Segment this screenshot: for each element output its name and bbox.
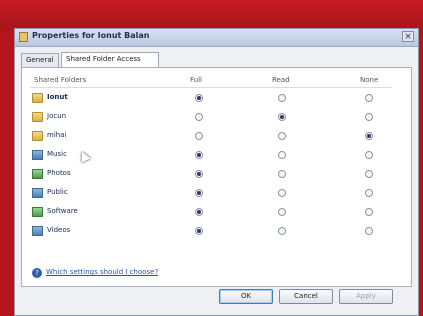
tab-general[interactable]: General xyxy=(21,53,59,67)
table-row[interactable]: Photos xyxy=(30,166,392,185)
radio-read[interactable] xyxy=(278,151,286,159)
radio-full[interactable] xyxy=(195,113,203,121)
shared-folders-panel: Shared Folders Full Read None Ionut Jocun… xyxy=(21,67,412,287)
music-library-icon xyxy=(32,150,43,160)
table-row[interactable]: mihai xyxy=(30,128,392,147)
table-row[interactable]: Software xyxy=(30,204,392,223)
help-icon: ? xyxy=(32,268,42,278)
column-header-none[interactable]: None xyxy=(360,76,378,84)
folder-icon xyxy=(32,112,43,122)
folder-name: Ionut xyxy=(47,93,68,101)
table-row[interactable]: Ionut xyxy=(30,90,392,109)
radio-full[interactable] xyxy=(195,151,203,159)
radio-read[interactable] xyxy=(278,227,286,235)
user-icon xyxy=(19,32,28,42)
folder-name: Software xyxy=(47,207,78,215)
radio-none[interactable] xyxy=(365,94,373,102)
folder-name: mihai xyxy=(47,131,67,139)
radio-none[interactable] xyxy=(365,170,373,178)
folder-name: Videos xyxy=(47,226,71,234)
folder-name: Photos xyxy=(47,169,71,177)
folder-name: Music xyxy=(47,150,67,158)
table-row[interactable]: Public xyxy=(30,185,392,204)
radio-read[interactable] xyxy=(278,208,286,216)
table-row[interactable]: Videos xyxy=(30,223,392,242)
table-row[interactable]: Jocun xyxy=(30,109,392,128)
shared-folders-list: Ionut Jocun mihai Music Photos Public Software… xyxy=(30,90,392,242)
public-folder-icon xyxy=(32,188,43,198)
help-link[interactable]: Which settings should I choose? xyxy=(46,268,158,276)
radio-none[interactable] xyxy=(365,113,373,121)
radio-read[interactable] xyxy=(278,189,286,197)
radio-read[interactable] xyxy=(278,132,286,140)
folder-name: Jocun xyxy=(47,112,67,120)
radio-full[interactable] xyxy=(195,94,203,102)
folder-icon xyxy=(32,93,43,103)
software-folder-icon xyxy=(32,207,43,217)
column-header-full[interactable]: Full xyxy=(190,76,202,84)
properties-dialog: Properties for Ionut Balan × General Sha… xyxy=(14,28,419,316)
folder-icon xyxy=(32,131,43,141)
radio-full[interactable] xyxy=(195,132,203,140)
cancel-button[interactable]: Cancel xyxy=(279,289,333,304)
radio-read[interactable] xyxy=(278,94,286,102)
radio-none[interactable] xyxy=(365,132,373,140)
window-title: Properties for Ionut Balan xyxy=(32,31,150,40)
desktop-background xyxy=(0,0,423,30)
close-button[interactable]: × xyxy=(402,31,414,42)
tab-shared-folder-access[interactable]: Shared Folder Access xyxy=(61,52,159,67)
list-header: Shared Folders Full Read None xyxy=(30,74,392,88)
ok-button[interactable]: OK xyxy=(219,289,273,304)
radio-full[interactable] xyxy=(195,227,203,235)
radio-read[interactable] xyxy=(278,113,286,121)
videos-library-icon xyxy=(32,226,43,236)
radio-none[interactable] xyxy=(365,208,373,216)
radio-read[interactable] xyxy=(278,170,286,178)
radio-full[interactable] xyxy=(195,189,203,197)
column-header-read[interactable]: Read xyxy=(272,76,290,84)
folder-name: Public xyxy=(47,188,68,196)
radio-none[interactable] xyxy=(365,189,373,197)
apply-button[interactable]: Apply xyxy=(339,289,393,304)
photos-library-icon xyxy=(32,169,43,179)
radio-none[interactable] xyxy=(365,227,373,235)
title-bar[interactable]: Properties for Ionut Balan × xyxy=(15,29,418,47)
radio-full[interactable] xyxy=(195,170,203,178)
radio-full[interactable] xyxy=(195,208,203,216)
radio-none[interactable] xyxy=(365,151,373,159)
column-header-shared-folders[interactable]: Shared Folders xyxy=(34,76,86,84)
